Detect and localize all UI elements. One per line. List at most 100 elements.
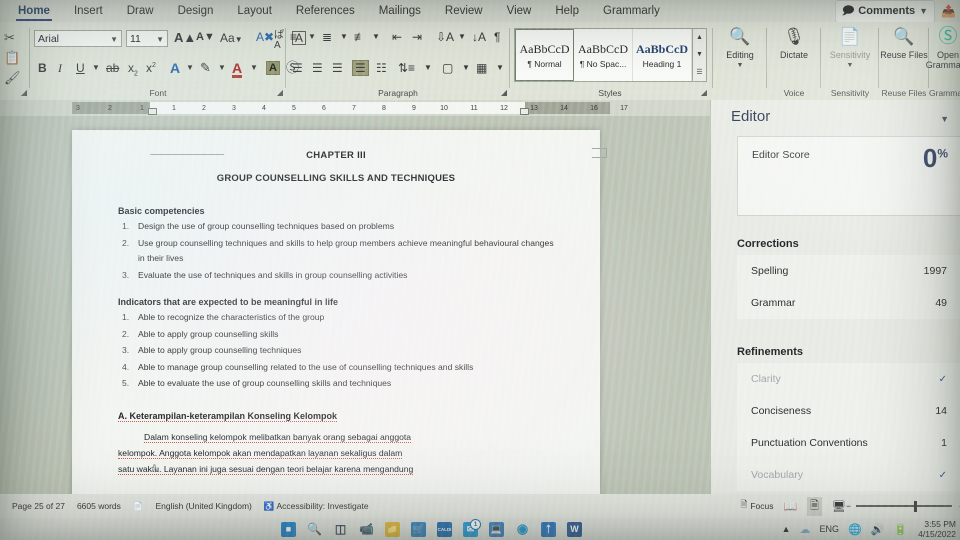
text-effects-chevron-down-icon[interactable]: ▼ [186, 64, 194, 72]
read-mode-icon[interactable]: 📖 [783, 500, 797, 513]
corrections-row-grammar[interactable]: Grammar 49 [737, 287, 960, 319]
underline-button[interactable]: U [76, 62, 85, 74]
network-icon[interactable]: 🌐 [848, 523, 862, 536]
font-dialog-launcher[interactable]: ◢ [277, 88, 283, 97]
word-icon[interactable]: W [567, 521, 582, 537]
text-effects-button[interactable]: A [170, 61, 180, 75]
tab-design[interactable]: Design [166, 0, 226, 22]
shading-chevron-down-icon[interactable]: ▼ [462, 64, 470, 72]
bold-button[interactable]: B [38, 62, 47, 74]
open-grammarly-button[interactable]: Ⓢ Open Grammarly [925, 26, 960, 86]
mail-icon[interactable]: ✉ 1 [463, 518, 481, 537]
status-word-count[interactable]: 6605 words [77, 501, 121, 511]
scissors-icon[interactable]: ✂ [4, 30, 15, 46]
styles-more-icon[interactable]: ☰ [696, 68, 702, 76]
multilevel-chevron-down-icon[interactable]: ▼ [372, 33, 380, 41]
chevron-down-icon[interactable]: ▼ [156, 31, 164, 48]
justify-icon[interactable]: ☰ [352, 60, 369, 76]
chevron-down-icon[interactable]: ▼ [696, 51, 703, 58]
sort-chevron-down-icon[interactable]: ▼ [458, 33, 466, 41]
document-page[interactable]: CHAPTER III GROUP COUNSELLING SKILLS AND… [72, 130, 607, 494]
proofing-errors-icon[interactable]: 📄 [133, 501, 144, 512]
shading-button[interactable]: A [266, 61, 280, 75]
chevron-up-icon[interactable]: ▲ [696, 34, 703, 41]
copy-icon[interactable]: 📋 [4, 50, 20, 66]
paragraph-dialog-launcher[interactable]: ◢ [501, 88, 507, 97]
styles-dialog-launcher[interactable]: ◢ [701, 88, 707, 97]
refinements-row-vocabulary[interactable]: Vocabulary ✓ [737, 459, 960, 491]
tab-insert[interactable]: Insert [62, 0, 115, 22]
task-view-icon[interactable]: ◫ [333, 522, 348, 537]
dictate-button[interactable]: 🎙 Dictate [768, 26, 820, 86]
bluetooth-icon[interactable]: ᛏ [541, 521, 556, 537]
paintbrush-icon[interactable]: 🖌 [4, 70, 21, 86]
caldi-app-icon[interactable]: CALDI [437, 521, 452, 537]
borders-icon[interactable]: ▦ [476, 62, 487, 74]
line-spacing-chevron-down-icon[interactable]: ▼ [424, 64, 432, 72]
show-formatting-marks-icon[interactable]: ¶ [494, 31, 500, 43]
tab-view[interactable]: View [495, 0, 544, 22]
sort-az-icon[interactable]: ↓A [472, 31, 486, 43]
comments-button[interactable]: 🗩 Comments ▼ [835, 0, 936, 23]
microsoft-store-icon[interactable]: 🛒 [411, 521, 426, 537]
status-page[interactable]: Page 25 of 27 [12, 501, 65, 511]
tab-references[interactable]: References [284, 0, 367, 22]
style-item-no-spacing[interactable]: AaBbCcD ¶ No Spac... [574, 29, 633, 81]
font-name-input[interactable]: Arial ▼ [34, 30, 122, 47]
change-case-icon[interactable]: Aa▼ [220, 32, 243, 44]
tab-review[interactable]: Review [433, 0, 495, 22]
increase-indent-icon[interactable]: ⇥ [412, 31, 422, 43]
numbering-chevron-down-icon[interactable]: ▼ [340, 33, 348, 41]
document-canvas[interactable]: CHAPTER III GROUP COUNSELLING SKILLS AND… [0, 116, 710, 494]
remote-desktop-icon[interactable]: 💻 [489, 521, 504, 537]
reuse-files-button[interactable]: 🔍 Reuse Files [878, 26, 930, 86]
clock[interactable]: 3:55 PM 4/15/2022 [918, 519, 956, 539]
sort-icon[interactable]: ⇩A [436, 31, 454, 43]
zoom-slider[interactable]: − + [846, 500, 960, 512]
font-color-chevron-down-icon[interactable]: ▼ [250, 64, 258, 72]
right-indent-marker[interactable] [520, 108, 529, 115]
numbered-list-icon[interactable]: ≣ [322, 31, 332, 43]
cloud-icon[interactable]: ☁ [800, 523, 811, 536]
subscript-button[interactable]: x2 [128, 62, 138, 77]
italic-button[interactable]: I [58, 62, 62, 74]
refinements-row-punctuation[interactable]: Punctuation Conventions 1 [737, 427, 960, 459]
chevron-down-icon[interactable]: ▼ [847, 62, 854, 69]
bullet-list-icon[interactable]: ≡ [290, 31, 297, 43]
borders-chevron-down-icon[interactable]: ▼ [496, 64, 504, 72]
zoom-out-button[interactable]: − [846, 501, 851, 511]
style-item-heading1[interactable]: AaBbCcD Heading 1 [633, 29, 692, 81]
chevron-up-icon[interactable]: ▲ [782, 524, 791, 534]
horizontal-ruler[interactable]: 3 2 1 1 2 3 4 5 6 7 8 9 10 11 12 13 14 1… [0, 100, 710, 116]
chevron-down-icon[interactable]: ▼ [110, 31, 118, 48]
share-icon[interactable]: 📤 [941, 4, 956, 18]
tab-help[interactable]: Help [543, 0, 591, 22]
tab-mailings[interactable]: Mailings [367, 0, 433, 22]
distributed-icon[interactable]: ☷ [376, 62, 387, 74]
editing-button[interactable]: 🔍 Editing ▼ [714, 26, 766, 86]
underline-chevron-down-icon[interactable]: ▼ [92, 64, 100, 72]
microsoft-edge-icon[interactable]: ◉ [515, 521, 530, 537]
line-spacing-icon[interactable]: ⇅≡ [398, 62, 415, 74]
sensitivity-button[interactable]: 📄 Sensitivity ▼ [824, 26, 876, 86]
decrease-indent-icon[interactable]: ⇤ [392, 31, 402, 43]
shading-icon[interactable]: ▢ [442, 62, 453, 74]
search-icon[interactable]: 🔍 [307, 522, 322, 537]
tray-language[interactable]: ENG [820, 524, 840, 534]
font-color-button[interactable]: A [232, 61, 243, 78]
align-center-icon[interactable]: ☰ [312, 62, 323, 74]
chevron-down-icon[interactable]: ▼ [737, 62, 744, 69]
strikethrough-button[interactable]: ab [106, 62, 119, 74]
grow-font-icon[interactable]: A▲ [174, 31, 196, 44]
align-right-icon[interactable]: ☰ [332, 62, 343, 74]
text-highlight-color-button[interactable]: ✎ [200, 61, 211, 74]
refinements-row-conciseness[interactable]: Conciseness 14 [737, 395, 960, 427]
print-layout-icon[interactable]: 🗎 [807, 496, 823, 516]
battery-icon[interactable]: 🔋 [893, 523, 907, 536]
superscript-button[interactable]: x2 [146, 62, 156, 74]
highlight-chevron-down-icon[interactable]: ▼ [218, 64, 226, 72]
zoom-handle[interactable] [914, 500, 917, 512]
styles-gallery[interactable]: AaBbCcD ¶ Normal AaBbCcD ¶ No Spac... Aa… [514, 28, 694, 82]
align-left-icon[interactable]: ☰ [292, 62, 303, 74]
refinements-row-clarity[interactable]: Clarity ✓ [737, 363, 960, 395]
